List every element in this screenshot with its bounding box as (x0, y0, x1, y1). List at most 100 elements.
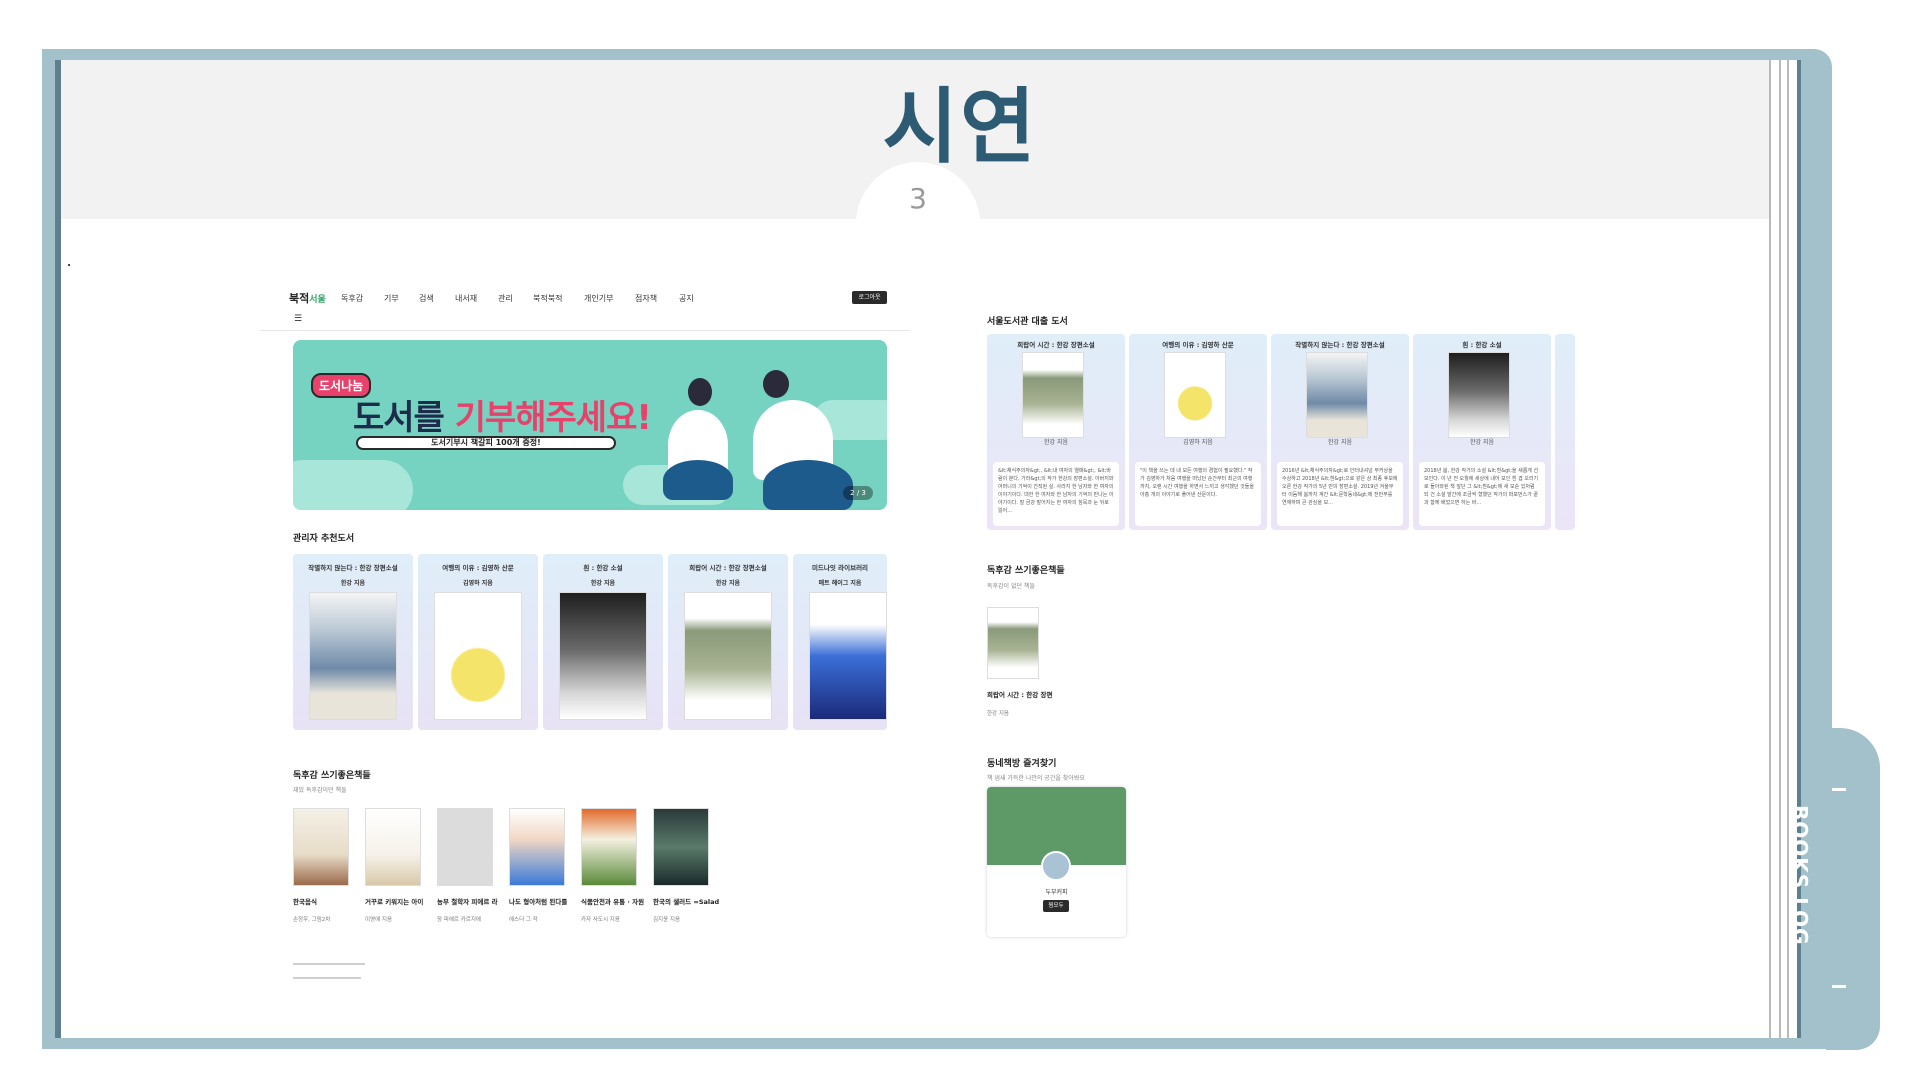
book-cover[interactable] (365, 808, 421, 886)
section-title-recommended: 관리자 추천도서 (293, 534, 355, 544)
book-author: 에스더 그 작 (509, 917, 538, 923)
card-author: 한강 지음 (340, 580, 366, 587)
banner-pager[interactable]: 2 / 3 (843, 486, 873, 500)
card-author: 한강 지음 (1470, 439, 1494, 446)
frame-side-tab (1826, 728, 1880, 1050)
logo-main: 북적 (289, 292, 310, 305)
book-author: 한강 지음 (987, 711, 1009, 717)
book-cover (434, 592, 522, 720)
banner-illustration-head (763, 370, 789, 398)
card-title: 여행의 이유 : 김영하 산문 (442, 564, 514, 572)
card-title: 미드나잇 라이브러리 (811, 564, 869, 572)
nav-item-donate[interactable]: 기부 (384, 293, 399, 304)
book-cover-placeholder[interactable] (437, 808, 493, 886)
nav-item-braille[interactable]: 점자책 (635, 293, 657, 304)
section-title-loans: 서울도서관 대출 도서 (987, 317, 1068, 327)
bookstore-avatar (1041, 851, 1071, 881)
book-cover[interactable] (987, 607, 1039, 679)
recommend-card[interactable]: 희랍어 시간 : 한강 장편소설 한강 지음 (668, 554, 788, 730)
loan-card[interactable]: 작별하지 않는다 : 한강 장편소설 한강 지음 2016년 &lt;채식주의자… (1271, 334, 1409, 530)
card-author: 한강 지음 (1328, 439, 1352, 446)
page-stack (1771, 60, 1779, 1038)
book-author: 이영애 지음 (365, 917, 393, 923)
book-title[interactable]: 거꾸로 키워지는 아이 (365, 896, 423, 906)
section-subtitle-bookstore: 책 냄새 가득한 나만의 공간을 찾아봐요 (987, 775, 1085, 782)
hero-banner[interactable]: 도서나눔 도서를 기부해주세요! 도서기부시 책갈피 100개 증정! 2 / … (293, 340, 887, 510)
faded-section-title (293, 977, 361, 979)
card-title: 희랍어 시간 : 한강 장편소설 (689, 564, 767, 572)
card-description: 2016년 &lt;채식주의자&gt;로 인터내셔널 부커상을 수상하고 201… (1277, 462, 1403, 526)
card-author: 김영하 지음 (463, 580, 493, 587)
card-title: 여행의 이유 : 김영하 산문 (1162, 341, 1234, 349)
recommend-card[interactable]: 여행의 이유 : 김영하 산문 김영하 지음 (418, 554, 538, 730)
nav-divider (260, 330, 910, 331)
slide-title: 시연 (882, 80, 1038, 175)
card-author: 매트 헤이그 지음 (818, 580, 862, 587)
book-cover (309, 592, 397, 720)
book-cover[interactable] (293, 808, 349, 886)
bookstore-name: 두부커피 (1045, 889, 1068, 896)
book-title[interactable]: 나도 형아처럼 된다를 (509, 896, 567, 906)
card-title: 흰 : 한강 소설 (1462, 341, 1502, 349)
book-title[interactable]: 희랍어 시간 : 한강 장편 (987, 689, 1052, 699)
card-title: 흰 : 한강 소설 (583, 564, 623, 572)
card-description: "이 책을 쓰는 데 내 모든 여행의 경험이 필요했다." 작가 김영하가 처… (1135, 462, 1261, 526)
loan-card-partial[interactable] (1555, 334, 1575, 530)
book-author: 김지윤 지음 (653, 917, 681, 923)
section-title-review-books: 독후감 쓰기좋은책들 (293, 771, 371, 781)
bookstore-button[interactable]: 찜모두 (1043, 900, 1069, 912)
page-edge-left (55, 60, 61, 1038)
logo-sub: 서울 (309, 295, 326, 305)
recommend-card[interactable]: 작별하지 않는다 : 한강 장편소설 한강 지음 (293, 554, 413, 730)
recommend-card[interactable]: 흰 : 한강 소설 한강 지음 (543, 554, 663, 730)
section-title-review-books-right: 독후감 쓰기좋은책들 (987, 566, 1065, 576)
banner-title-plain: 도서를 (353, 398, 455, 438)
card-title: 작별하지 않는다 : 한강 장편소설 (308, 564, 398, 572)
banner-cloud (293, 460, 413, 510)
loan-card[interactable]: 흰 : 한강 소설 한강 지음 2018년 봄, 한강 작가의 소설 &lt;흰… (1413, 334, 1551, 530)
book-cover (1022, 352, 1084, 438)
section-subtitle-review-books: 재밌 독후감이던 책들 (293, 787, 347, 794)
site-logo[interactable]: 북적서울 (289, 290, 326, 306)
banner-title: 도서를 기부해주세요! (353, 390, 652, 439)
banner-title-accent: 기부해주세요! (454, 398, 652, 438)
nav-item-community[interactable]: 북적북적 (533, 293, 562, 304)
card-author: 한강 지음 (715, 580, 741, 587)
card-description: 2018년 봄, 한강 작가의 소설 &lt;흰&gt;을 새롭게 선보인다. … (1419, 462, 1545, 526)
nav-item-notice[interactable]: 공지 (679, 293, 694, 304)
card-description: &lt;채식주의자&gt;, &lt;내 여자의 열매&gt;, &lt;바람이… (993, 462, 1119, 526)
book-cover (809, 592, 887, 720)
book-cover[interactable] (653, 808, 709, 886)
banner-illustration-skirt (663, 460, 733, 500)
nav-item-personal-donate[interactable]: 개인기부 (584, 293, 613, 304)
book-cover[interactable] (581, 808, 637, 886)
card-title: 희랍어 시간 : 한강 장편소설 (1017, 341, 1095, 349)
banner-subtitle: 도서기부시 책갈피 100개 증정! (356, 436, 616, 450)
book-title[interactable]: 농부 철학자 피에르 라 (437, 896, 498, 906)
section-subtitle-review-books-right: 독후감이 없던 책들 (987, 583, 1035, 590)
nav-item-admin[interactable]: 관리 (498, 293, 513, 304)
logout-button[interactable]: 로그아웃 (852, 291, 887, 304)
book-title[interactable]: 식품안전과 유통 · 자원 (581, 896, 644, 906)
loan-card[interactable]: 여행의 이유 : 김영하 산문 김영하 지음 "이 책을 쓰는 데 내 모든 여… (1129, 334, 1267, 530)
faded-section-title (293, 963, 365, 965)
banner-illustration-head (688, 378, 712, 406)
book-cover (1448, 352, 1510, 438)
side-dash (1832, 788, 1846, 791)
nav-item-review[interactable]: 독후감 (341, 293, 363, 304)
book-title[interactable]: 한국음식 (293, 896, 317, 906)
nav-item-search[interactable]: 검색 (419, 293, 434, 304)
side-label: BOOKS LOG (1788, 805, 1812, 946)
loan-card[interactable]: 희랍어 시간 : 한강 장편소설 한강 지음 &lt;채식주의자&gt;, &l… (987, 334, 1125, 530)
card-author: 김영하 지음 (1183, 439, 1213, 446)
book-author: 카자 사도시 지음 (581, 917, 620, 923)
card-title: 작별하지 않는다 : 한강 장편소설 (1295, 341, 1385, 349)
book-cover[interactable] (509, 808, 565, 886)
card-author: 한강 지음 (1044, 439, 1068, 446)
bookstore-card[interactable]: 두부커피 찜모두 (987, 787, 1126, 937)
stray-dot (68, 264, 70, 266)
hamburger-icon[interactable]: ☰ (294, 314, 302, 324)
recommend-card[interactable]: 미드나잇 라이브러리 매트 헤이그 지음 (793, 554, 887, 730)
nav-item-library[interactable]: 내서재 (455, 293, 477, 304)
book-title[interactable]: 한국의 샐러드 =Salad (653, 896, 719, 906)
